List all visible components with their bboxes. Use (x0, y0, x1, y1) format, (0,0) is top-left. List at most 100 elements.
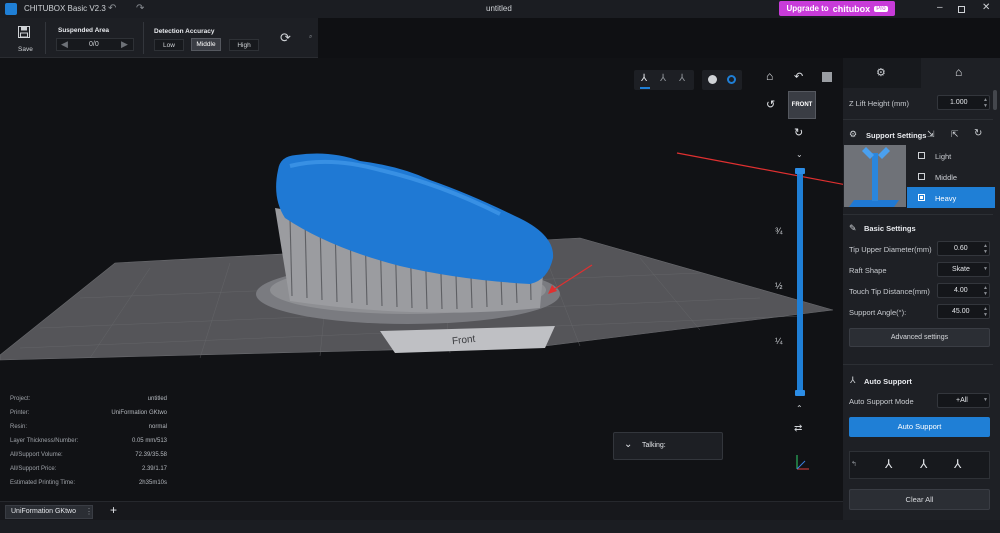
auto-support-button[interactable]: Auto Support (849, 417, 990, 437)
auto-support-mode-select[interactable]: +All ▼ (937, 393, 990, 408)
3d-viewport[interactable]: Front ⅄ ⅄ ⅄ ⌂ ↶ ↺ FRONT ↻ ⌄ ¾ ½ ¼ ⌃ ⇄ Pr… (0, 58, 843, 501)
info-row: Resin: normal (10, 424, 167, 430)
close-icon[interactable]: ✕ (982, 2, 990, 13)
slider-top-handle[interactable] (795, 168, 805, 174)
z-lift-stepper-icon[interactable]: ▲ ▼ (983, 97, 988, 109)
info-row: Layer Thickness/Number: 0.05 mm/513 (10, 438, 167, 444)
z-lift-label: Z Lift Height (mm) (849, 99, 910, 108)
status-strip (0, 520, 1000, 533)
support-tool-row: ↰ ⅄ ⅄ ⅄ (849, 451, 990, 479)
support-angle-stepper-icon[interactable]: ▲ ▼ (983, 306, 988, 318)
rotate-left-icon[interactable]: ↺ (766, 98, 775, 111)
home-view-icon[interactable]: ⌂ (766, 69, 773, 83)
accuracy-high-option[interactable]: High (229, 39, 259, 51)
next-arrow-icon[interactable]: ▶ (121, 39, 128, 50)
suspended-area-title: Suspended Area (58, 27, 110, 34)
clear-all-label: Clear All (905, 495, 934, 504)
touch-tip-input[interactable]: 4.00 ▲ ▼ (937, 283, 990, 298)
suspended-area-nav: ◀ 0/0 ▶ (56, 38, 134, 51)
undo-icon[interactable]: ↶ (108, 3, 116, 14)
axis-gizmo-icon (796, 455, 809, 470)
z-lift-input[interactable]: 1.000 ▲ ▼ (937, 95, 990, 110)
info-row: Estimated Printing Time: 2h35m10s (10, 480, 167, 486)
tool-support-add-icon[interactable]: ⅄ (885, 457, 892, 471)
view-cube-face: FRONT (791, 102, 813, 108)
add-printer-button[interactable]: + (110, 503, 117, 517)
printer-tab[interactable]: UniFormation GKtwo ⋮ (5, 505, 93, 519)
advanced-settings-button[interactable]: Advanced settings (849, 328, 990, 347)
render-mode-group (702, 70, 742, 90)
tip-diameter-value: 0.60 (954, 245, 968, 252)
top-toolbar: Save Suspended Area ◀ 0/0 ▶ Detection Ac… (0, 18, 318, 58)
printer-tab-label: UniFormation GKtwo (11, 508, 76, 515)
document-title: untitled (486, 4, 512, 13)
refresh-icon[interactable]: ⟳ (280, 30, 291, 46)
auto-support-icon: ⅄ (850, 375, 856, 385)
rotate-view-icon[interactable]: ↶ (794, 70, 803, 83)
accuracy-low-label: Low (163, 42, 175, 49)
tip-diameter-stepper-icon[interactable]: ▲ ▼ (983, 243, 988, 255)
raft-shape-select[interactable]: Skate ▼ (937, 262, 990, 277)
support-view-1-icon[interactable]: ⅄ (641, 73, 647, 84)
panel-scrollbar[interactable] (993, 90, 997, 110)
preset-light-checkbox (918, 152, 925, 159)
auto-support-title: Auto Support (864, 377, 912, 386)
auto-support-mode-label: Auto Support Mode (849, 397, 914, 406)
solid-sphere-icon[interactable] (708, 75, 717, 84)
reset-preset-icon[interactable]: ↻ (974, 128, 982, 139)
supports-tab-icon: ⌂ (955, 65, 963, 79)
slider-top-chevron-icon[interactable]: ⌄ (796, 150, 803, 159)
swap-icon[interactable]: ⇄ (794, 423, 802, 434)
layer-slider-track[interactable] (795, 168, 805, 396)
tool-support-edit-icon[interactable]: ⅄ (920, 457, 927, 471)
accuracy-low-option[interactable]: Low (154, 39, 184, 51)
active-underline (640, 87, 650, 89)
support-view-3-icon[interactable]: ⅄ (679, 73, 685, 84)
accuracy-middle-label: Middle (196, 41, 216, 48)
slider-bottom-handle[interactable] (795, 390, 805, 396)
maximize-icon[interactable] (958, 6, 965, 13)
preset-heavy-label: Heavy (935, 194, 957, 203)
support-angle-label: Support Angle(°): (849, 308, 907, 317)
pin-icon[interactable]: ⌕ (309, 34, 312, 41)
minimize-icon[interactable]: – (937, 2, 943, 13)
basic-settings-title: Basic Settings (864, 224, 916, 233)
view-cube[interactable]: FRONT (788, 91, 816, 119)
preset-heavy-option[interactable]: Heavy (907, 187, 995, 208)
auto-support-mode-value: +All (956, 397, 968, 404)
support-view-2-icon[interactable]: ⅄ (660, 73, 666, 84)
printer-tab-bar: UniFormation GKtwo ⋮ + (0, 501, 843, 520)
export-preset-icon[interactable]: ⇱ (951, 129, 959, 140)
preset-middle-option[interactable]: Middle (907, 167, 995, 187)
app-title: CHITUBOX Basic V2.3 (24, 4, 106, 13)
support-angle-input[interactable]: 45.00 ▲ ▼ (937, 304, 990, 319)
toolbar-divider (45, 22, 46, 54)
auto-support-mode-dropdown-icon: ▼ (983, 397, 988, 403)
clear-all-button[interactable]: Clear All (849, 489, 990, 510)
panel-tab-supports[interactable]: ⌂ (921, 58, 1000, 88)
touch-tip-value: 4.00 (954, 287, 968, 294)
preset-light-option[interactable]: Light (907, 146, 995, 166)
accuracy-middle-option[interactable]: Middle (191, 38, 221, 51)
prev-arrow-icon[interactable]: ◀ (61, 39, 68, 50)
tip-diameter-label: Tip Upper Diameter(mm) (849, 245, 932, 254)
upgrade-button[interactable]: Upgrade to chitubox Pro (779, 1, 895, 16)
import-preset-icon[interactable]: ⇲ (927, 129, 935, 140)
support-angle-value: 45.00 (952, 308, 970, 315)
rotate-right-icon[interactable]: ↻ (794, 126, 803, 139)
tool-support-delete-icon[interactable]: ⅄ (954, 457, 961, 471)
tool-expand-icon[interactable]: ↰ (851, 460, 857, 468)
cube-view-icon[interactable] (822, 72, 832, 82)
redo-icon[interactable]: ↷ (136, 3, 144, 14)
panel-tab-settings[interactable]: ⚙ (843, 58, 921, 88)
printer-tab-menu-icon[interactable]: ⋮ (85, 507, 93, 516)
save-icon (18, 26, 30, 38)
auto-support-button-label: Auto Support (897, 422, 942, 431)
touch-tip-stepper-icon[interactable]: ▲ ▼ (983, 285, 988, 297)
talking-widget[interactable]: ⌄ Talking: (613, 432, 723, 460)
slider-bottom-chevron-icon[interactable]: ⌃ (796, 404, 803, 413)
save-button[interactable]: Save (12, 24, 36, 54)
detection-accuracy-title: Detection Accuracy (154, 28, 215, 35)
wire-sphere-icon[interactable] (727, 75, 736, 84)
tip-diameter-input[interactable]: 0.60 ▲ ▼ (937, 241, 990, 256)
